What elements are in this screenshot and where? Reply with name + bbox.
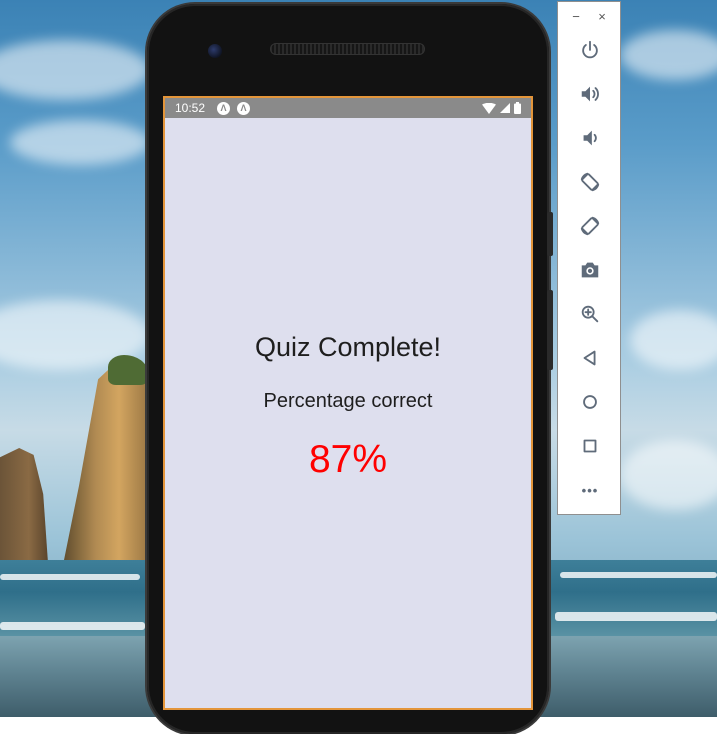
volume-down-button[interactable] [570,120,610,156]
percentage-value: 87% [308,438,388,481]
rock-vegetation [108,355,148,385]
camera-icon [581,262,599,278]
back-triangle-icon [583,350,596,366]
zoom-icon [581,305,599,323]
status-bar: 10:52 Λ Λ [165,98,531,118]
percentage-correct-label: Percentage correct [263,390,433,412]
rock-left [0,448,48,563]
front-camera [208,44,222,58]
phone-side-button [547,212,553,256]
rotate-left-button[interactable] [570,164,610,200]
earpiece-speaker [270,43,425,55]
emulator-control-panel: − × ••• [557,1,621,515]
power-icon [582,40,598,59]
more-button[interactable]: ••• [570,472,610,508]
close-button[interactable]: × [592,8,612,26]
rock-arch [62,358,157,570]
rotate-right-icon [580,216,600,236]
app-content: Quiz Complete! Percentage correct 87% [165,118,531,708]
phone-screen: 10:52 Λ Λ Quiz Complete! Percentage corr… [163,96,533,710]
back-button[interactable] [570,340,610,376]
battery-icon [514,102,521,114]
zoom-button[interactable] [570,296,610,332]
phone-side-button [547,290,553,370]
rotate-right-button[interactable] [570,208,610,244]
home-circle-icon [583,395,597,409]
power-button[interactable] [570,32,610,68]
window-controls: − × [558,8,620,26]
app-notification-icon: Λ [237,101,251,115]
overview-button[interactable] [570,428,610,464]
quiz-complete-title: Quiz Complete! [254,332,442,362]
screenshot-button[interactable] [570,252,610,288]
volume-down-icon [583,130,597,146]
status-time: 10:52 [175,101,206,115]
more-dots-icon: ••• [581,482,599,498]
home-button[interactable] [570,384,610,420]
minimize-button[interactable]: − [566,8,586,26]
overview-square-icon [583,439,597,453]
rotate-left-icon [580,172,600,192]
app-notification-icon: Λ [217,101,231,115]
wifi-icon [482,102,496,114]
volume-up-icon [581,86,599,102]
signal-icon [500,103,510,113]
volume-up-button[interactable] [570,76,610,112]
